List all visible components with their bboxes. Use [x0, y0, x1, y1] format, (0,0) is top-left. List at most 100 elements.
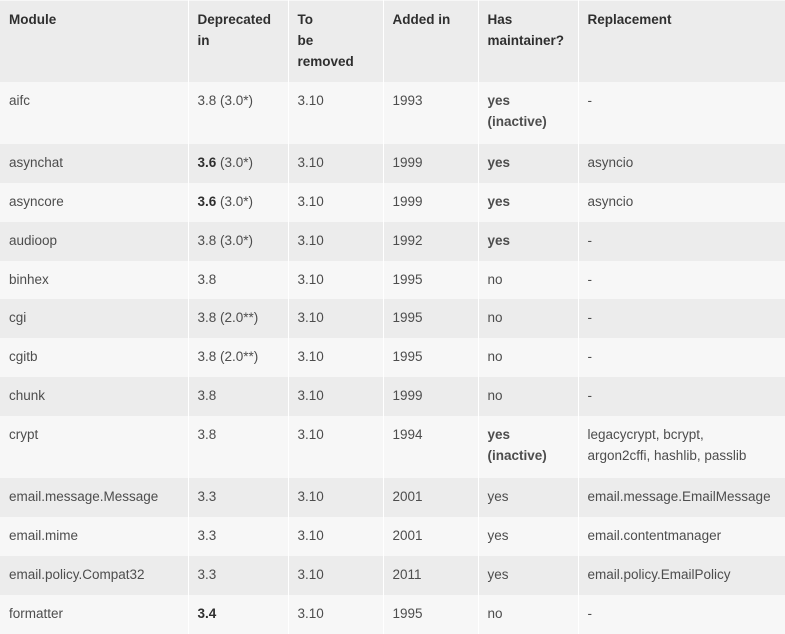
deprecated-modules-table: Module Deprecated in To be removed Added… [0, 0, 785, 634]
cell-added-in: 1995 [383, 338, 479, 378]
maintainer-status: yes [487, 92, 511, 108]
cell-replacement: - [578, 377, 785, 417]
cell-replacement: - [578, 338, 785, 378]
maintainer-status: no [487, 388, 503, 404]
cell-deprecated-in: 3.3 [188, 556, 289, 595]
table-row[interactable]: asynchat 3.6 (3.0*) 3.10 1999 yes asyncio [0, 143, 785, 183]
cell-replacement: - [578, 299, 785, 339]
cell-added-in: 2001 [383, 478, 479, 518]
cell-replacement: asyncio [578, 143, 785, 183]
maintainer-status: yes [487, 154, 511, 170]
cell-replacement: - [578, 81, 785, 144]
table-row[interactable]: binhex 3.8 3.10 1995 no - [0, 260, 785, 300]
deprecated-version-emphasis: 3.4 [197, 605, 217, 621]
cell-added-in: 1994 [383, 416, 479, 479]
cell-has-maintainer: no [478, 299, 579, 339]
cell-module: cgitb [0, 338, 189, 378]
cell-module: email.mime [0, 517, 189, 557]
cell-deprecated-in: 3.8 (2.0**) [188, 299, 289, 339]
table-row[interactable]: cgi 3.8 (2.0**) 3.10 1995 no - [0, 299, 785, 339]
cell-to-be-removed: 3.10 [288, 143, 384, 183]
replacement-value: email.policy.EmailPolicy [587, 567, 731, 583]
deprecated-version-detail: 3.8 (2.0**) [197, 310, 259, 326]
column-header-replacement[interactable]: Replacement [578, 0, 785, 82]
cell-deprecated-in: 3.8 (3.0*) [188, 81, 289, 144]
cell-added-in: 2011 [383, 556, 479, 595]
deprecated-version-detail: 3.3 [197, 528, 217, 544]
maintainer-status-note: (inactive) [487, 113, 547, 129]
replacement-value: asyncio [587, 154, 634, 170]
deprecated-version-detail: 3.3 [197, 567, 217, 583]
cell-replacement: email.contentmanager [578, 517, 785, 557]
cell-module: asynchat [0, 143, 189, 183]
table-row[interactable]: chunk 3.8 3.10 1999 no - [0, 377, 785, 417]
column-header-deprecated-in[interactable]: Deprecated in [188, 0, 289, 82]
cell-has-maintainer: yes (inactive) [478, 416, 579, 479]
column-header-module[interactable]: Module [0, 0, 189, 82]
cell-has-maintainer: yes (inactive) [478, 81, 579, 144]
cell-to-be-removed: 3.10 [288, 81, 384, 144]
cell-to-be-removed: 3.10 [288, 416, 384, 479]
cell-added-in: 1995 [383, 299, 479, 339]
cell-added-in: 1995 [383, 260, 479, 300]
cell-module: aifc [0, 81, 189, 144]
cell-has-maintainer: no [478, 377, 579, 417]
maintainer-status: no [487, 310, 503, 326]
cell-module: email.policy.Compat32 [0, 556, 189, 595]
cell-has-maintainer: yes [478, 143, 579, 183]
replacement-value: - [587, 271, 593, 287]
deprecated-version-detail: 3.8 (3.0*) [197, 92, 254, 108]
cell-to-be-removed: 3.10 [288, 299, 384, 339]
cell-has-maintainer: no [478, 338, 579, 378]
table-row[interactable]: crypt 3.8 3.10 1994 yes (inactive) legacycrypt… [0, 416, 785, 479]
cell-deprecated-in: 3.8 (2.0**) [188, 338, 289, 378]
cell-module: crypt [0, 416, 189, 479]
cell-module: formatter [0, 594, 189, 634]
maintainer-status-note: (inactive) [487, 448, 547, 464]
replacement-value: legacycrypt, bcrypt, [587, 427, 704, 443]
cell-deprecated-in: 3.6 (3.0*) [188, 143, 289, 183]
cell-module: email.message.Message [0, 478, 189, 518]
table-row[interactable]: formatter 3.4 3.10 1995 no - [0, 594, 785, 634]
cell-deprecated-in: 3.3 [188, 517, 289, 557]
table-row[interactable]: cgitb 3.8 (2.0**) 3.10 1995 no - [0, 338, 785, 378]
table-row[interactable]: email.mime 3.3 3.10 2001 yes email.contentman… [0, 517, 785, 557]
maintainer-status: no [487, 605, 503, 621]
table-header-row: Module Deprecated in To be removed Added… [0, 0, 785, 82]
cell-added-in: 1992 [383, 221, 479, 261]
table-row[interactable]: email.message.Message 3.3 3.10 2001 yes email… [0, 478, 785, 518]
deprecated-version-detail: 3.8 [197, 427, 217, 443]
cell-replacement: - [578, 594, 785, 634]
table-row[interactable]: email.policy.Compat32 3.3 3.10 2011 yes email… [0, 556, 785, 595]
cell-has-maintainer: yes [478, 478, 579, 518]
table-row[interactable]: audioop 3.8 (3.0*) 3.10 1992 yes - [0, 221, 785, 261]
cell-to-be-removed: 3.10 [288, 182, 384, 222]
deprecated-version-detail: 3.8 [197, 388, 217, 404]
deprecated-version-emphasis: 3.6 [197, 154, 217, 170]
cell-replacement: email.message.EmailMessage [578, 478, 785, 518]
deprecated-version-detail: 3.3 [197, 489, 217, 505]
cell-module: binhex [0, 260, 189, 300]
cell-deprecated-in: 3.4 [188, 594, 289, 634]
table-row[interactable]: asyncore 3.6 (3.0*) 3.10 1999 yes asyncio [0, 182, 785, 222]
cell-deprecated-in: 3.6 (3.0*) [188, 182, 289, 222]
column-header-to-be-removed[interactable]: To be removed [288, 0, 384, 82]
cell-to-be-removed: 3.10 [288, 556, 384, 595]
maintainer-status: yes [487, 528, 509, 544]
cell-to-be-removed: 3.10 [288, 260, 384, 300]
cell-replacement: - [578, 260, 785, 300]
deprecated-version-detail: 3.8 (2.0**) [197, 349, 259, 365]
replacement-value: - [587, 349, 593, 365]
column-header-added-in[interactable]: Added in [383, 0, 479, 82]
table-row[interactable]: aifc 3.8 (3.0*) 3.10 1993 yes (inactive) - [0, 81, 785, 144]
cell-module: chunk [0, 377, 189, 417]
table-body: aifc 3.8 (3.0*) 3.10 1993 yes (inactive) - asyn… [0, 81, 785, 634]
cell-added-in: 1999 [383, 377, 479, 417]
cell-to-be-removed: 3.10 [288, 221, 384, 261]
replacement-value: - [587, 92, 593, 108]
column-header-has-maintainer[interactable]: Has maintainer? [478, 0, 579, 82]
maintainer-status: no [487, 349, 503, 365]
cell-to-be-removed: 3.10 [288, 377, 384, 417]
cell-added-in: 1993 [383, 81, 479, 144]
replacement-value: - [587, 310, 593, 326]
